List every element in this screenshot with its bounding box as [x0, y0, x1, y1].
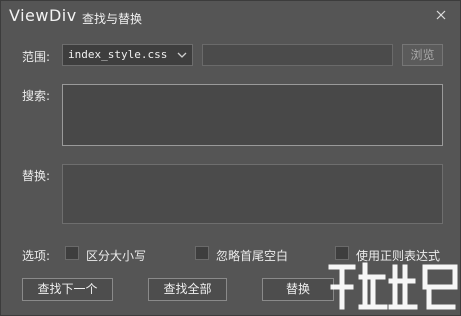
path-input[interactable]: [202, 44, 393, 66]
replace-textarea[interactable]: [62, 164, 443, 224]
match-case-checkbox[interactable]: [65, 246, 79, 260]
scope-selected-value: index_style.css: [68, 48, 168, 61]
trim-whitespace-label: 忽略首尾空白: [216, 249, 289, 263]
watermark-logo: [328, 262, 458, 310]
search-label: 搜索:: [22, 89, 51, 103]
options-label: 选项:: [22, 249, 51, 263]
search-textarea[interactable]: [62, 84, 443, 146]
find-all-button[interactable]: 查找全部: [148, 278, 227, 301]
trim-whitespace-checkbox[interactable]: [195, 246, 209, 260]
match-case-label: 区分大小写: [86, 249, 147, 263]
scope-label: 范围:: [22, 50, 51, 64]
find-replace-dialog: ViewDiv 查找与替换 范围: index_style.css 浏览 搜索:…: [0, 0, 461, 316]
scope-select[interactable]: index_style.css: [62, 44, 193, 66]
replace-button[interactable]: 替换: [262, 278, 334, 301]
chevron-down-icon: [177, 52, 187, 58]
window-subtitle: 查找与替换: [82, 12, 143, 26]
close-icon: [436, 10, 446, 20]
close-button[interactable]: [432, 6, 450, 24]
window-title: ViewDiv: [9, 6, 77, 25]
find-next-button[interactable]: 查找下一个: [22, 278, 113, 301]
browse-button[interactable]: 浏览: [402, 44, 443, 66]
replace-label: 替换:: [22, 169, 51, 183]
